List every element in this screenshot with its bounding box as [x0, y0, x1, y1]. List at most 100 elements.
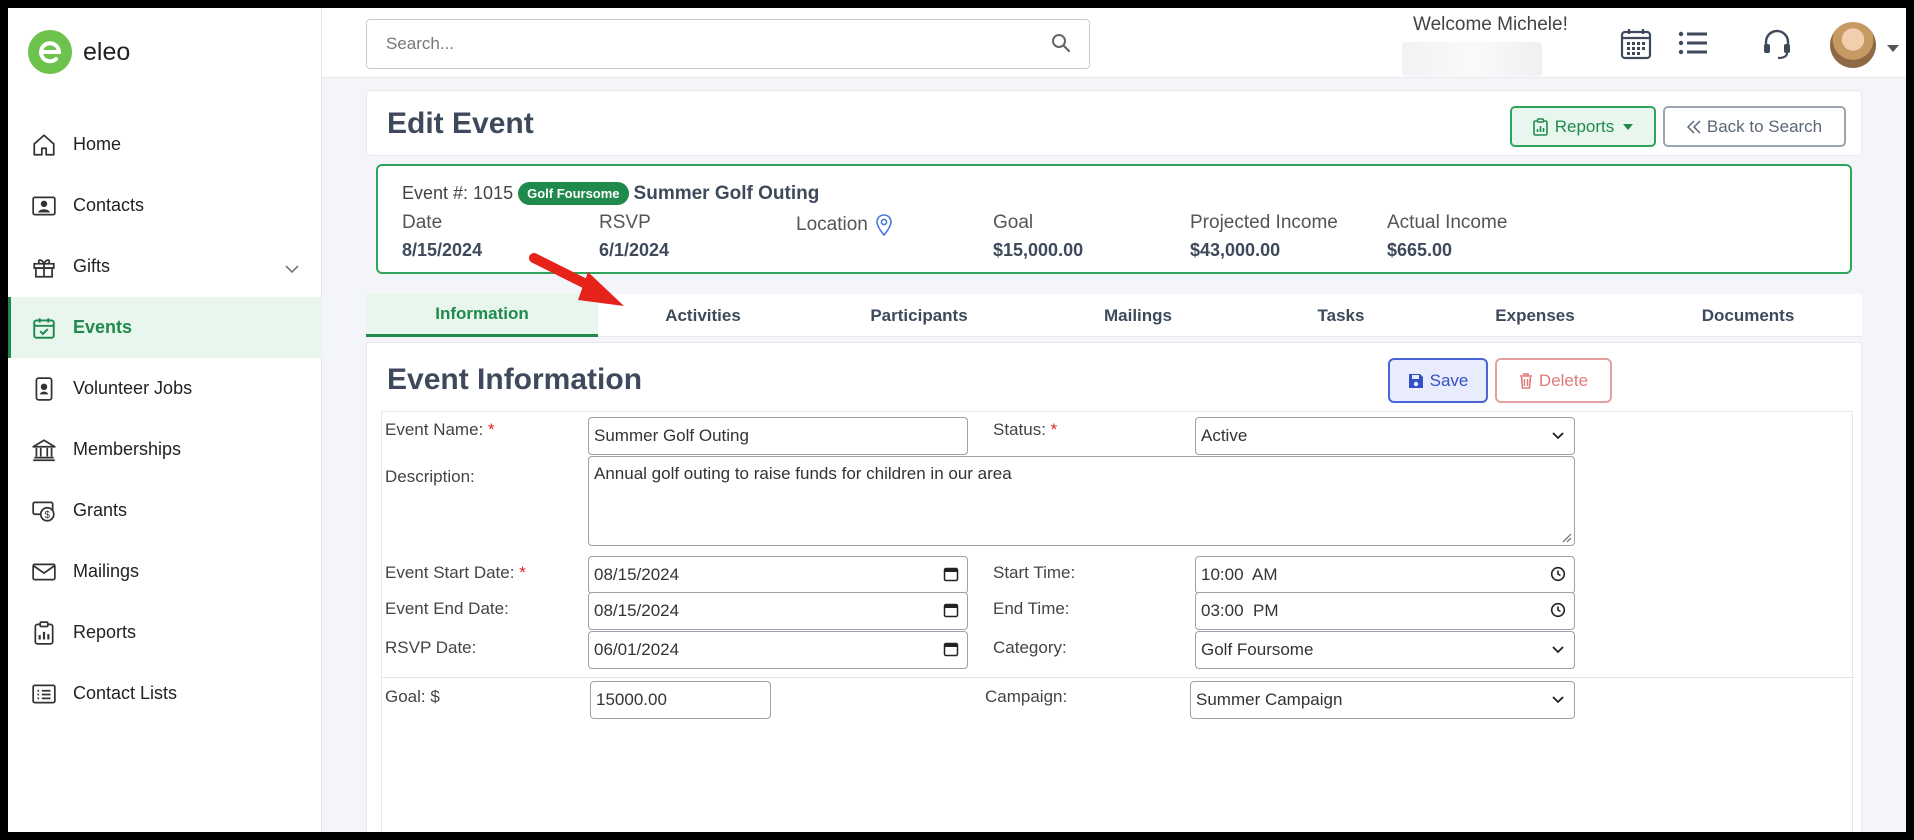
end-time-label: End Time: [993, 599, 1070, 618]
gift-icon [30, 253, 58, 281]
chevron-down-icon[interactable] [284, 258, 300, 279]
goal-input[interactable]: 15000.00 [590, 681, 771, 719]
double-chevron-left-icon [1686, 119, 1701, 134]
sidebar-item-mailings[interactable]: Mailings [8, 541, 322, 602]
tab-expenses[interactable]: Expenses [1436, 294, 1634, 337]
summary-projected-income: Projected Income $43,000.00 [1190, 212, 1338, 261]
tab-mailings[interactable]: Mailings [1030, 294, 1246, 337]
home-icon [30, 131, 58, 159]
sidebar-item-label: Contacts [73, 195, 145, 215]
summary-value: 8/15/2024 [402, 240, 483, 260]
caret-down-icon[interactable] [1887, 40, 1899, 58]
event-form: Event Name: * Summer Golf Outing Status:… [381, 411, 1854, 832]
save-button-label: Save [1429, 370, 1469, 390]
goal-label: Goal: $ [385, 687, 440, 706]
search-icon[interactable] [1051, 33, 1071, 58]
start-time-label: Start Time: [993, 563, 1076, 582]
status-label: Status: * [993, 420, 1058, 439]
calendar-icon[interactable] [943, 641, 959, 662]
top-header: Welcome Michele! [322, 8, 1906, 78]
sidebar-item-gifts[interactable]: Gifts [8, 236, 322, 297]
event-number: Event #: 1015 [402, 183, 514, 203]
sidebar-item-reports[interactable]: Reports [8, 602, 322, 663]
rsvp-date-input[interactable]: 06/01/2024 [588, 631, 968, 669]
status-value: Active [1201, 426, 1248, 445]
sidebar-item-contacts[interactable]: Contacts [8, 175, 322, 236]
description-textarea[interactable]: Annual golf outing to raise funds for ch… [588, 456, 1575, 546]
clock-icon[interactable] [1550, 566, 1566, 587]
reports-dropdown-button[interactable]: Reports [1510, 106, 1656, 147]
sidebar-item-memberships[interactable]: Memberships [8, 419, 322, 480]
search-input[interactable] [367, 20, 1007, 68]
summary-label: Date [402, 212, 443, 233]
svg-text:$: $ [45, 510, 51, 521]
summary-value: $665.00 [1387, 240, 1453, 260]
event-title-line: Event #: 1015 Golf Foursome Summer Golf … [402, 182, 819, 205]
app-name: eleo [83, 37, 131, 66]
end-date-label: Event End Date: [385, 599, 509, 618]
sidebar-item-events[interactable]: Events [8, 297, 322, 358]
save-button[interactable]: Save [1388, 358, 1488, 403]
category-select[interactable]: Golf Foursome [1195, 631, 1575, 669]
summary-location: Location [796, 212, 892, 236]
summary-label: Goal [993, 212, 1034, 233]
back-to-search-button[interactable]: Back to Search [1663, 106, 1846, 147]
summary-goal: Goal $15,000.00 [993, 212, 1083, 261]
form-divider [382, 677, 1854, 678]
list-box-icon [30, 680, 58, 708]
resize-handle-icon[interactable] [1562, 533, 1572, 543]
trash-icon [1519, 372, 1533, 389]
sidebar-item-label: Contact Lists [73, 683, 178, 703]
tab-participants[interactable]: Participants [808, 294, 1030, 337]
eleo-logo-icon [28, 30, 72, 74]
sidebar-item-label: Gifts [73, 256, 111, 276]
institution-icon [30, 436, 58, 464]
summary-date: Date 8/15/2024 [402, 212, 482, 261]
sidebar-item-label: Grants [73, 500, 128, 520]
map-pin-icon[interactable] [876, 214, 892, 236]
sidebar-item-contact-lists[interactable]: Contact Lists [8, 663, 322, 724]
welcome-text: Welcome Michele! [1413, 14, 1568, 35]
tab-tasks[interactable]: Tasks [1246, 294, 1436, 337]
sidebar-item-label: Events [73, 317, 133, 337]
event-information-panel: Event Information Save Delete Event Name… [366, 342, 1862, 832]
clock-icon[interactable] [1550, 602, 1566, 623]
search-box [366, 19, 1090, 69]
avatar[interactable] [1830, 22, 1876, 68]
calendar-icon[interactable] [943, 602, 959, 623]
sidebar-item-volunteer-jobs[interactable]: Volunteer Jobs [8, 358, 322, 419]
summary-value: $43,000.00 [1190, 240, 1281, 260]
sidebar: eleo Home Contacts Gifts Events Voluntee… [8, 8, 322, 832]
delete-button[interactable]: Delete [1495, 358, 1612, 403]
app-logo[interactable]: eleo [28, 30, 130, 74]
summary-label: Actual Income [1387, 212, 1508, 233]
redacted-area [1402, 42, 1542, 76]
event-name-label: Event Name: * [385, 420, 495, 439]
start-date-input[interactable]: 08/15/2024 [588, 556, 968, 594]
calendar-icon[interactable] [943, 566, 959, 587]
list-icon[interactable] [1678, 30, 1708, 61]
clipboard-chart-icon [30, 619, 58, 647]
sidebar-item-home[interactable]: Home [8, 114, 322, 175]
sidebar-item-grants[interactable]: $ Grants [8, 480, 322, 541]
campaign-select[interactable]: Summer Campaign [1190, 681, 1575, 719]
category-badge: Golf Foursome [518, 182, 629, 205]
end-time-input[interactable]: 03:00 PM [1195, 592, 1575, 630]
tab-documents[interactable]: Documents [1634, 294, 1862, 337]
summary-label: Location [796, 214, 868, 235]
grants-money-icon: $ [30, 497, 58, 525]
event-name-input[interactable]: Summer Golf Outing [588, 417, 968, 455]
sidebar-item-label: Volunteer Jobs [73, 378, 193, 398]
event-name: Summer Golf Outing [633, 182, 820, 204]
back-button-label: Back to Search [1706, 116, 1823, 136]
annotation-arrow-icon [529, 253, 624, 306]
caret-down-icon [1623, 123, 1634, 130]
start-time-input[interactable]: 10:00 AM [1195, 556, 1575, 594]
app-window: eleo Home Contacts Gifts Events Voluntee… [8, 8, 1906, 832]
calendar-grid-icon[interactable] [1619, 27, 1653, 66]
contacts-icon [30, 192, 58, 220]
status-select[interactable]: Active [1195, 417, 1575, 455]
end-date-input[interactable]: 08/15/2024 [588, 592, 968, 630]
headset-icon[interactable] [1762, 28, 1792, 65]
envelope-icon [30, 558, 58, 586]
